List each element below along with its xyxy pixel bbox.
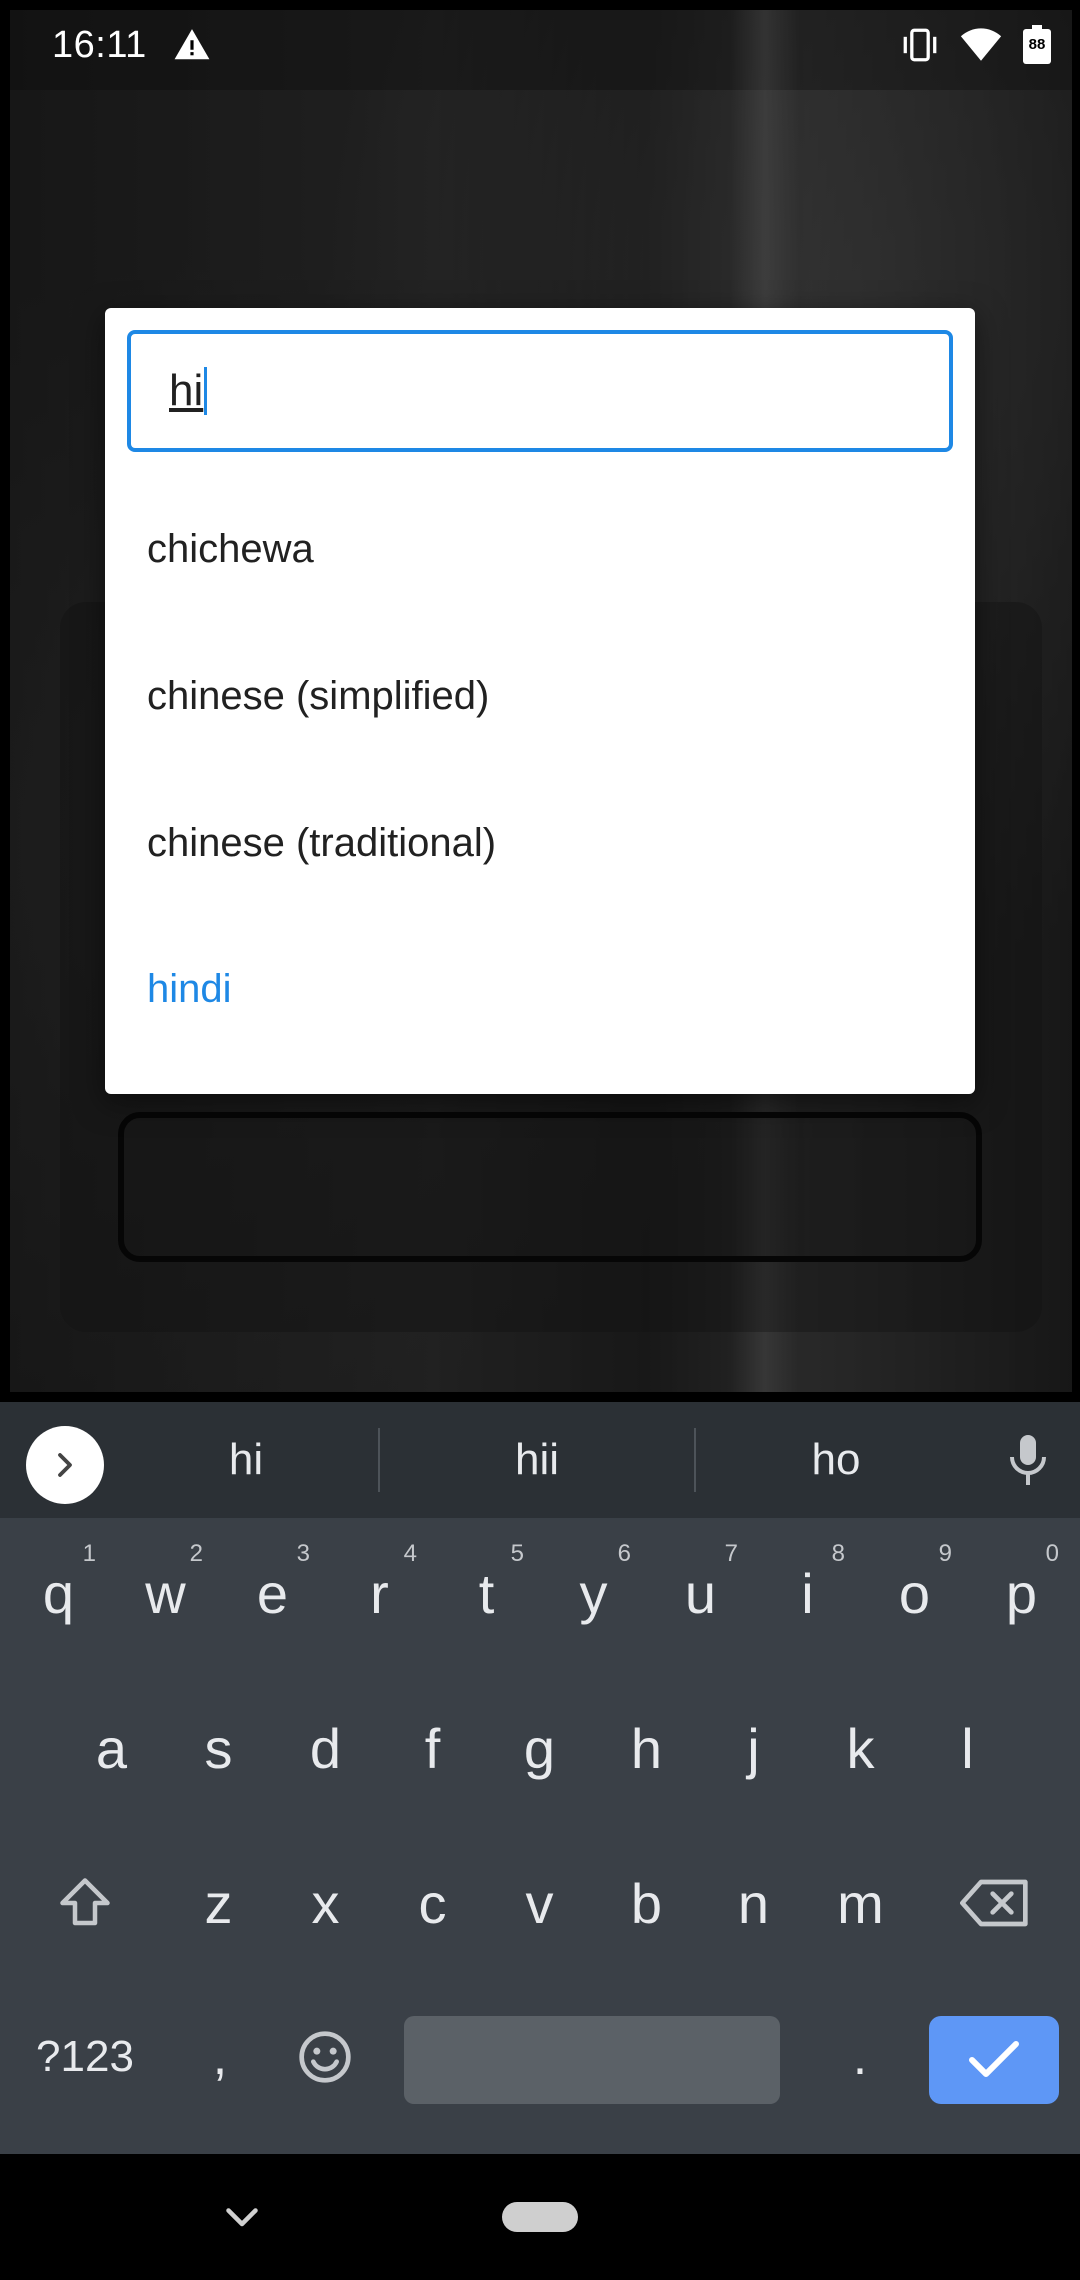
battery-level: 88 <box>1028 36 1046 53</box>
chevron-down-icon <box>226 2208 258 2227</box>
key-q[interactable]: q1 <box>5 1518 112 1668</box>
key-hint: 0 <box>1045 1540 1059 1567</box>
status-time: 16:11 <box>52 23 147 66</box>
language-picker-dialog: hi chichewa chinese (simplified) chinese… <box>105 308 975 1094</box>
key-s[interactable]: s <box>165 1673 272 1823</box>
language-option-hindi[interactable]: hindi <box>105 916 975 1062</box>
enter-key[interactable] <box>929 2016 1059 2104</box>
key-b[interactable]: b <box>593 1828 700 1978</box>
shift-key[interactable] <box>20 1828 150 1978</box>
key-x[interactable]: x <box>272 1828 379 1978</box>
suggestion-3[interactable]: ho <box>696 1402 976 1518</box>
key-label: w <box>145 1561 186 1625</box>
key-hint: 4 <box>403 1540 417 1567</box>
key-f[interactable]: f <box>379 1673 486 1823</box>
status-bar: 16:11 88 <box>0 0 1080 90</box>
warning-icon <box>174 29 210 60</box>
emoji-key[interactable] <box>270 1992 380 2122</box>
checkmark-icon <box>969 2041 1019 2077</box>
nav-back-button[interactable] <box>222 2198 262 2238</box>
period-key[interactable]: . <box>800 1992 920 2122</box>
microphone-icon <box>1010 1435 1046 1485</box>
key-label: t <box>478 1561 495 1625</box>
backspace-key[interactable] <box>930 1828 1060 1978</box>
key-label: p <box>1005 1561 1038 1625</box>
key-r[interactable]: r4 <box>326 1518 433 1668</box>
key-hint: 3 <box>296 1540 310 1567</box>
status-icons: 88 <box>900 25 1052 65</box>
comma-key[interactable]: , <box>170 1992 270 2122</box>
key-n[interactable]: n <box>700 1828 807 1978</box>
battery-icon: 88 <box>1022 25 1052 65</box>
nav-home-pill[interactable] <box>502 2202 578 2232</box>
key-hint: 7 <box>724 1540 738 1567</box>
wifi-icon <box>960 28 1002 61</box>
language-search-input[interactable]: hi <box>127 330 953 452</box>
language-option-chichewa[interactable]: chichewa <box>105 476 975 622</box>
key-hint: 6 <box>617 1540 631 1567</box>
key-label: e <box>256 1561 289 1625</box>
key-label: o <box>898 1561 931 1625</box>
voice-input-button[interactable] <box>1000 1428 1056 1494</box>
text-cursor <box>204 367 208 415</box>
key-z[interactable]: z <box>165 1828 272 1978</box>
spacebar[interactable] <box>404 2016 780 2104</box>
key-y[interactable]: y6 <box>540 1518 647 1668</box>
backspace-icon <box>960 1879 1028 1927</box>
language-option-label: chichewa <box>147 526 314 571</box>
key-u[interactable]: u7 <box>647 1518 754 1668</box>
emoji-icon <box>299 2031 351 2083</box>
language-option-label: hindi <box>147 966 232 1011</box>
search-input-text: hi <box>169 366 204 415</box>
key-o[interactable]: o9 <box>861 1518 968 1668</box>
key-label: y <box>579 1561 608 1625</box>
key-m[interactable]: m <box>807 1828 914 1978</box>
key-j[interactable]: j <box>700 1673 807 1823</box>
suggestion-strip: hi hii ho <box>0 1402 1080 1518</box>
key-hint: 2 <box>189 1540 203 1567</box>
suggestion-2[interactable]: hii <box>380 1402 694 1518</box>
key-e[interactable]: e3 <box>219 1518 326 1668</box>
key-l[interactable]: l <box>914 1673 1021 1823</box>
language-option-chinese-traditional[interactable]: chinese (traditional) <box>105 770 975 916</box>
key-h[interactable]: h <box>593 1673 700 1823</box>
key-label: i <box>801 1561 814 1625</box>
key-hint: 9 <box>938 1540 952 1567</box>
suggestion-1[interactable]: hi <box>116 1402 376 1518</box>
key-d[interactable]: d <box>272 1673 379 1823</box>
vibrate-icon <box>903 28 937 62</box>
key-v[interactable]: v <box>486 1828 593 1978</box>
key-c[interactable]: c <box>379 1828 486 1978</box>
key-p[interactable]: p0 <box>968 1518 1075 1668</box>
key-a[interactable]: a <box>58 1673 165 1823</box>
key-label: u <box>684 1561 717 1625</box>
key-k[interactable]: k <box>807 1673 914 1823</box>
key-hint: 8 <box>831 1540 845 1567</box>
key-w[interactable]: w2 <box>112 1518 219 1668</box>
language-option-label: chinese (traditional) <box>147 820 497 865</box>
key-hint: 1 <box>82 1540 96 1567</box>
symbols-key[interactable]: ?123 <box>10 1992 160 2122</box>
key-hint: 5 <box>510 1540 524 1567</box>
soft-keyboard: hi hii ho q1 w2 e3 r4 t5 y6 u7 i8 o9 p0 … <box>0 1402 1080 2154</box>
key-t[interactable]: t5 <box>433 1518 540 1668</box>
key-i[interactable]: i8 <box>754 1518 861 1668</box>
key-g[interactable]: g <box>486 1673 593 1823</box>
language-option-chinese-simplified[interactable]: chinese (simplified) <box>105 623 975 769</box>
language-option-label: chinese (simplified) <box>147 673 490 718</box>
shift-icon <box>60 1878 110 1926</box>
keyboard-expand-button[interactable] <box>26 1426 104 1504</box>
key-label: q <box>42 1561 75 1625</box>
key-label: r <box>370 1561 389 1625</box>
chevron-right-icon <box>58 1453 72 1477</box>
